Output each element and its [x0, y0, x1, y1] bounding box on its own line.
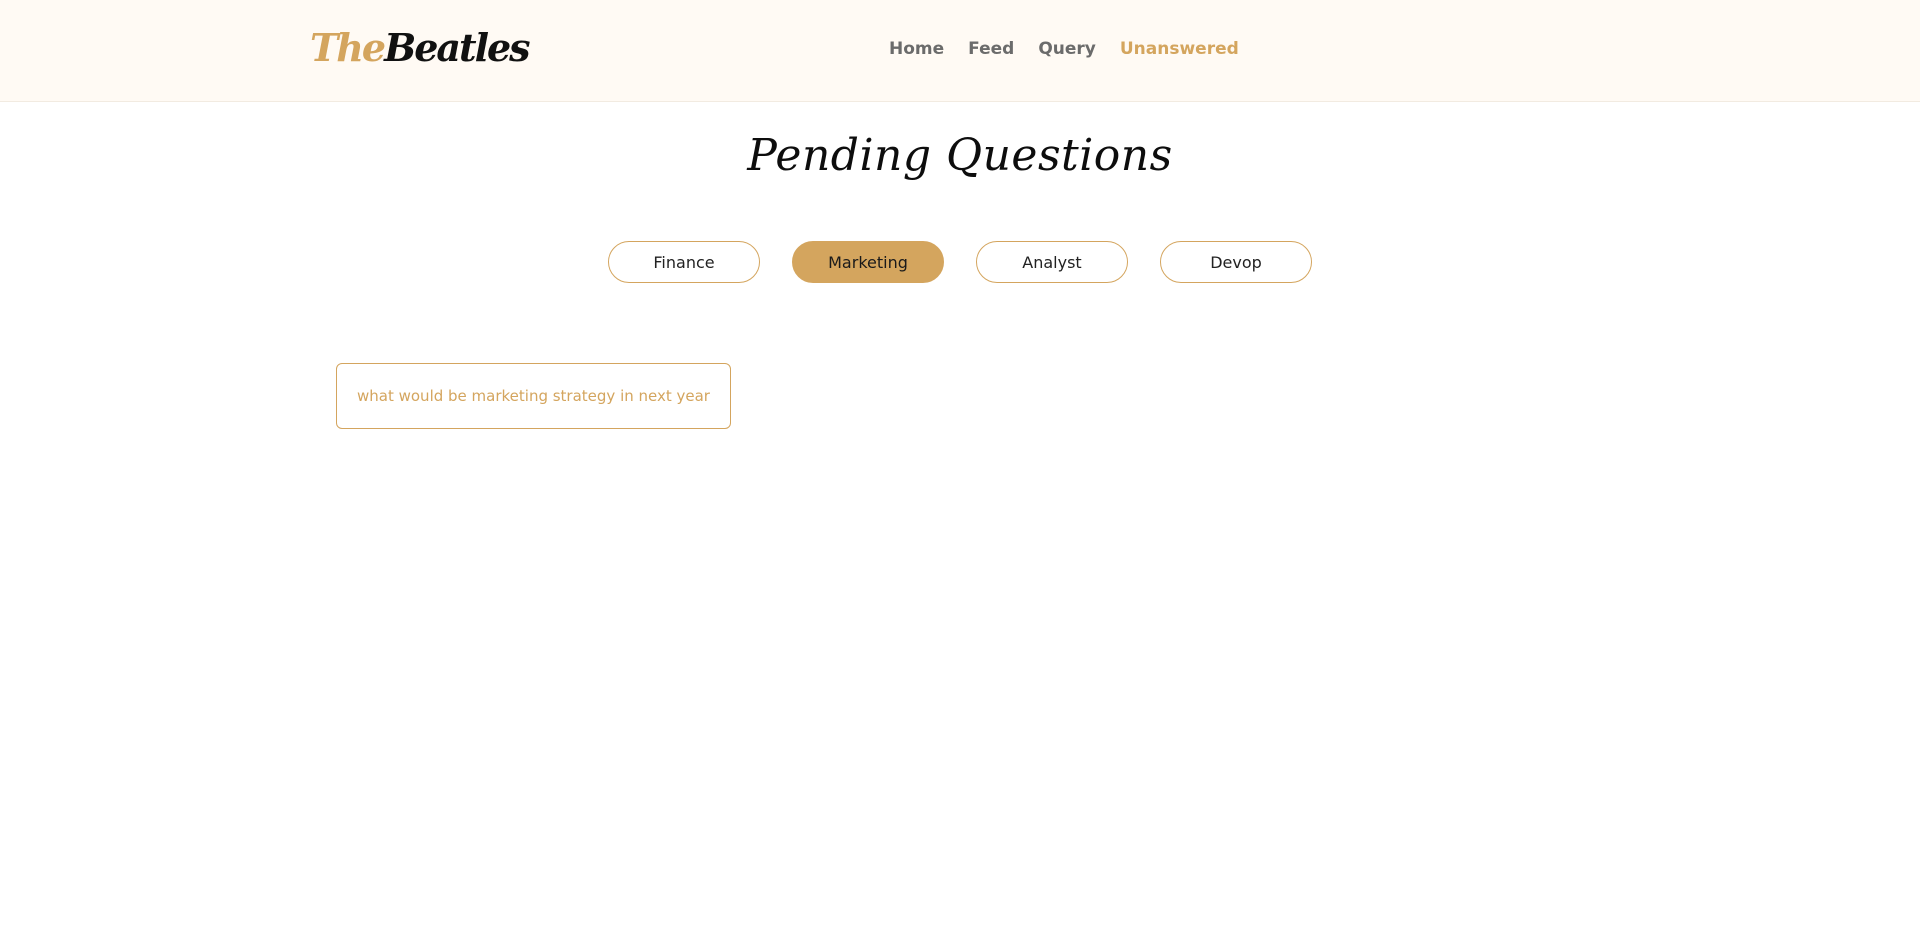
question-card[interactable]: what would be marketing strategy in next… — [336, 363, 731, 429]
tab-devop[interactable]: Devop — [1160, 241, 1312, 283]
tab-marketing[interactable]: Marketing — [792, 241, 944, 283]
nav-link-query[interactable]: Query — [1038, 38, 1096, 60]
brand-logo-name: Beatles — [384, 25, 530, 70]
nav-link-home[interactable]: Home — [889, 38, 944, 60]
brand-logo[interactable]: TheBeatles — [310, 22, 531, 74]
brand-logo-prefix: The — [310, 25, 386, 70]
nav-link-feed[interactable]: Feed — [968, 38, 1014, 60]
category-tabs: Finance Marketing Analyst Devop — [608, 241, 1312, 283]
nav-link-unanswered[interactable]: Unanswered — [1120, 38, 1239, 60]
page-title: Pending Questions — [747, 130, 1173, 181]
main-nav: Home Feed Query Unanswered — [889, 38, 1239, 60]
site-header: TheBeatles Home Feed Query Unanswered — [0, 0, 1920, 102]
tab-analyst[interactable]: Analyst — [976, 241, 1128, 283]
tab-finance[interactable]: Finance — [608, 241, 760, 283]
question-text: what would be marketing strategy in next… — [357, 387, 710, 405]
